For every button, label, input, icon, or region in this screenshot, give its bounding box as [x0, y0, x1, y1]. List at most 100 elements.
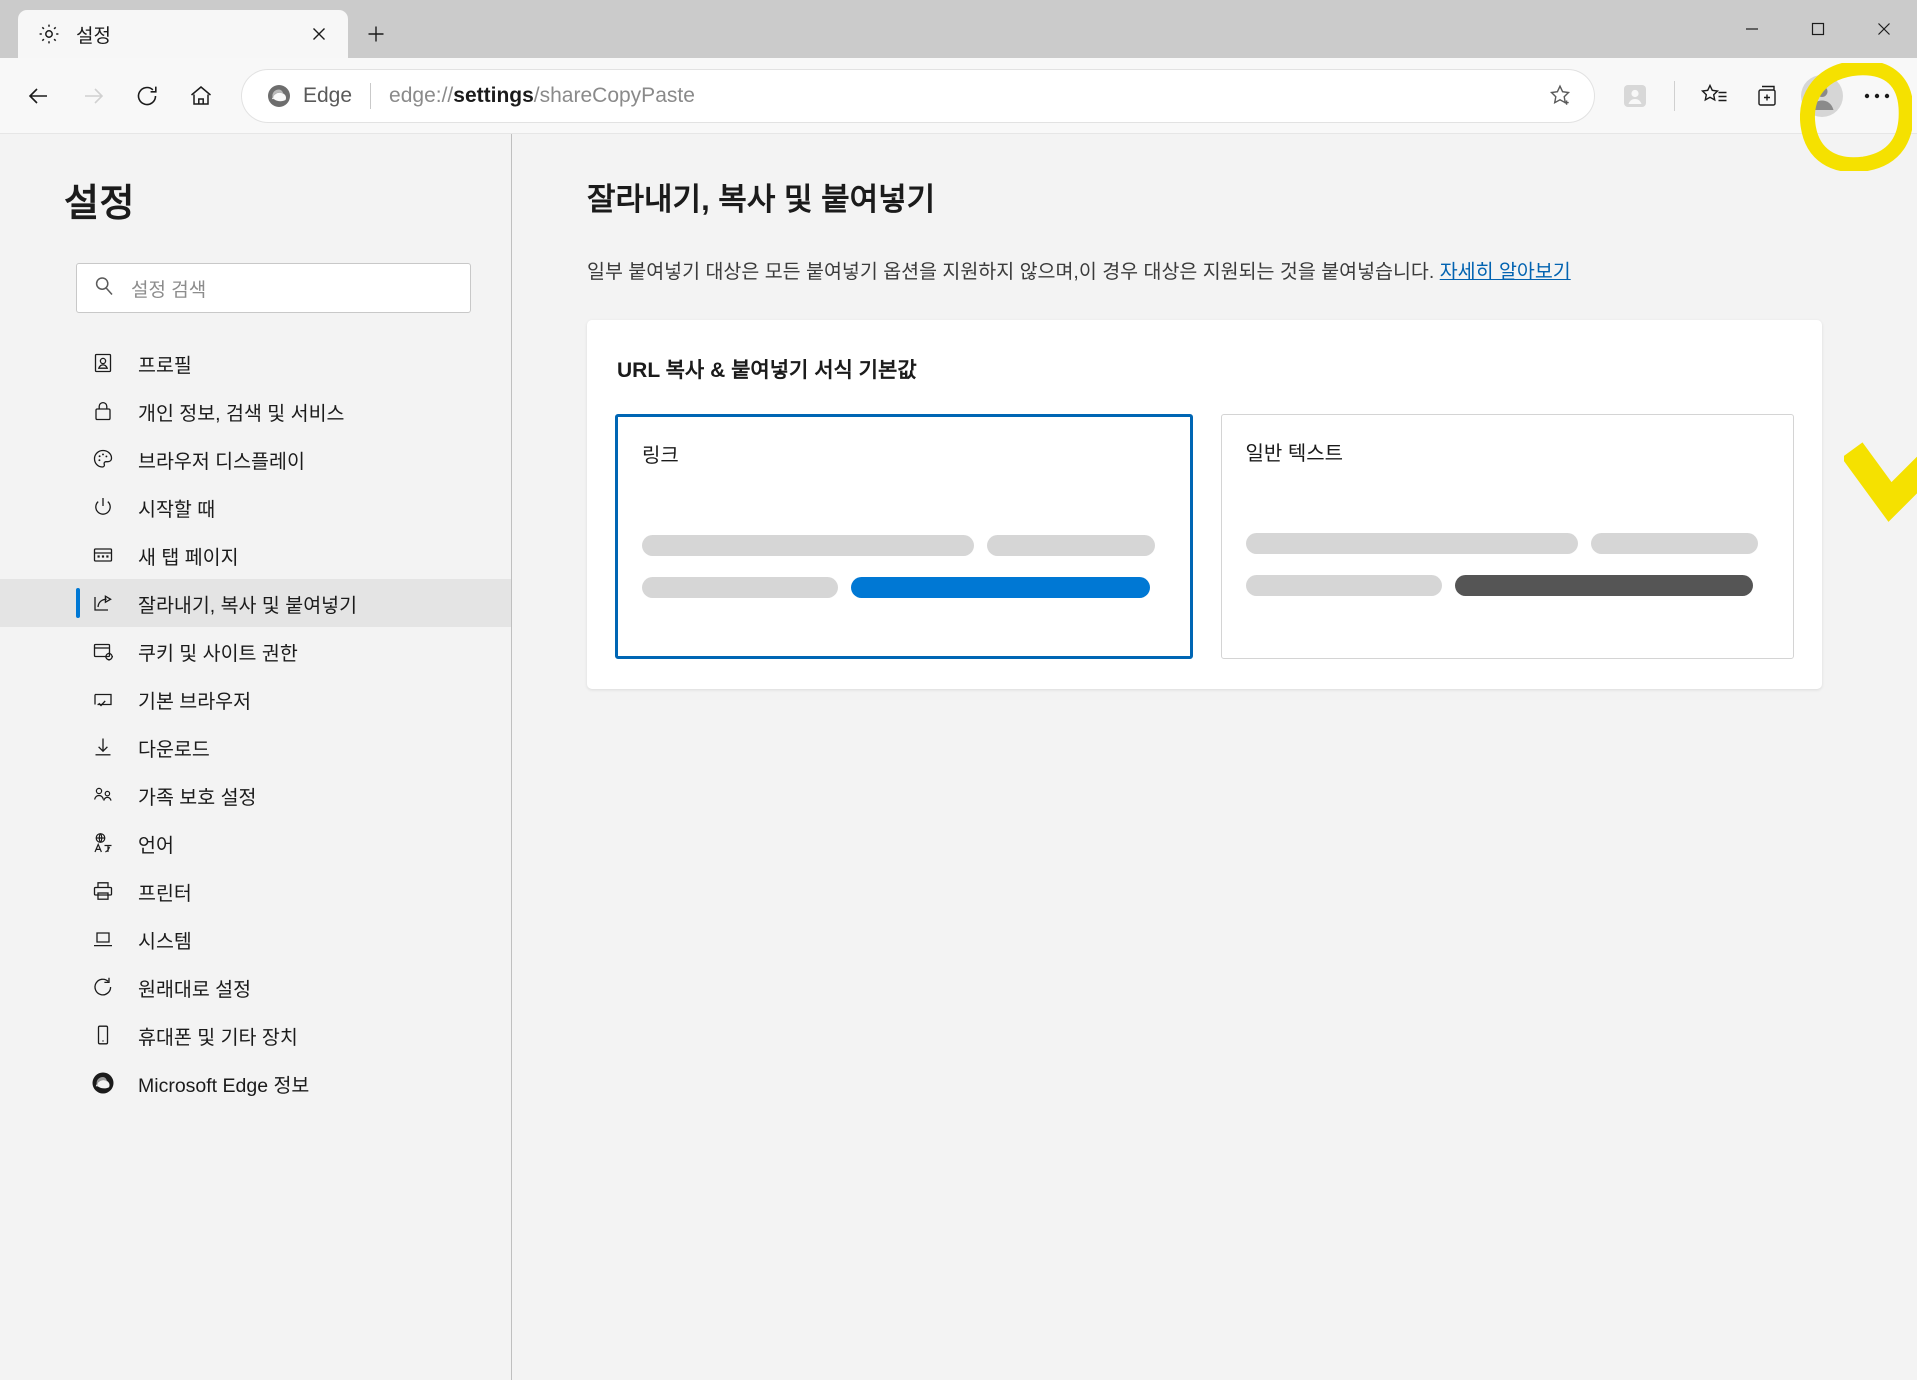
- forward-arrow-icon: [68, 71, 118, 121]
- url-bold: settings: [453, 83, 534, 107]
- sidebar-item-label: 언어: [138, 834, 174, 857]
- sidebar-item-printers[interactable]: 프린터: [0, 867, 511, 915]
- tab-close-icon[interactable]: [304, 19, 334, 49]
- sidebar-item-newtab[interactable]: 새 탭 페이지: [0, 531, 511, 579]
- content-area: 설정 설정 검색 프로필 개인 정보, 검색 및 서비스 브라우저 디스플레이 …: [0, 134, 1917, 1380]
- search-icon: [93, 275, 115, 302]
- reset-icon: [90, 974, 116, 1000]
- profile-avatar-icon[interactable]: [1801, 74, 1843, 117]
- plain-text-option[interactable]: 일반 텍스트: [1220, 414, 1794, 659]
- close-icon[interactable]: [1851, 0, 1917, 58]
- placeholder-bar: [642, 535, 975, 556]
- placeholder-bar: [1590, 533, 1759, 554]
- edge-label: Edge: [303, 83, 353, 107]
- sidebar-item-default-browser[interactable]: 기본 브라우저: [0, 675, 511, 723]
- url-text: edge://settings/shareCopyPaste: [389, 84, 1538, 108]
- more-dots-button[interactable]: [1851, 70, 1903, 122]
- placeholder-bar: [642, 577, 839, 598]
- sidebar-item-label: 개인 정보, 검색 및 서비스: [138, 402, 345, 425]
- preview-row: [1245, 575, 1770, 596]
- sidebar-item-appearance[interactable]: 브라우저 디스플레이: [0, 435, 511, 483]
- url-prefix: edge://: [389, 83, 454, 107]
- new-tab-button[interactable]: [354, 12, 398, 56]
- page-description: 일부 붙여넣기 대상은 모든 붙여넣기 옵션을 지원하지 않으며,이 경우 대상…: [587, 255, 1917, 284]
- learn-more-link[interactable]: 자세히 알아보기: [1440, 261, 1571, 283]
- sidebar-item-label: 시스템: [138, 930, 192, 953]
- sidebar-item-system[interactable]: 시스템: [0, 915, 511, 963]
- sidebar-item-languages[interactable]: 언어: [0, 819, 511, 867]
- placeholder-bar: [1245, 575, 1442, 596]
- window-controls: [1719, 0, 1917, 58]
- edge-logo-icon: [268, 84, 290, 107]
- reading-mode-icon[interactable]: [1610, 71, 1660, 121]
- sidebar-item-downloads[interactable]: 다운로드: [0, 723, 511, 771]
- toolbar-divider: [1674, 80, 1675, 111]
- link-accent-bar: [851, 577, 1150, 598]
- new-tab-page-icon: [90, 542, 116, 568]
- link-preview-bars: [642, 535, 1166, 619]
- placeholder-bar: [1245, 533, 1578, 554]
- plain-text-preview-bars: [1245, 533, 1770, 617]
- format-options-group: 링크 일반 텍스트: [615, 414, 1794, 659]
- preview-row: [1245, 533, 1770, 554]
- sidebar-item-privacy[interactable]: 개인 정보, 검색 및 서비스: [0, 387, 511, 435]
- option-label: 일반 텍스트: [1245, 443, 1344, 465]
- sidebar-nav-list: 프로필 개인 정보, 검색 및 서비스 브라우저 디스플레이 시작할 때 새 탭…: [0, 339, 511, 1107]
- minimize-icon[interactable]: [1719, 0, 1785, 58]
- search-settings-box[interactable]: 설정 검색: [76, 263, 471, 313]
- address-bar[interactable]: Edge edge://settings/shareCopyPaste: [242, 69, 1594, 122]
- sidebar-item-label: 기본 브라우저: [138, 690, 252, 713]
- sidebar-item-family[interactable]: 가족 보호 설정: [0, 771, 511, 819]
- plain-text-accent-bar: [1454, 575, 1754, 596]
- sidebar-item-reset[interactable]: 원래대로 설정: [0, 963, 511, 1011]
- settings-sidebar: 설정 설정 검색 프로필 개인 정보, 검색 및 서비스 브라우저 디스플레이 …: [0, 134, 512, 1380]
- tab-title: 설정: [76, 25, 111, 47]
- preview-row: [642, 535, 1166, 556]
- back-arrow-icon[interactable]: [14, 71, 64, 121]
- sidebar-item-label: 휴대폰 및 기타 장치: [138, 1026, 298, 1049]
- browser-window: 설정 Edge edge://settings/shareCopyPaste 설…: [0, 0, 1917, 1380]
- sidebar-item-label: 브라우저 디스플레이: [138, 450, 305, 473]
- omnibox-divider: [370, 82, 372, 109]
- edge-brand: Edge: [266, 83, 352, 109]
- sidebar-item-share-copy-paste[interactable]: 잘라내기, 복사 및 붙여넣기: [0, 579, 511, 627]
- system-icon: [90, 926, 116, 952]
- sidebar-item-cookies[interactable]: 쿠키 및 사이트 권한: [0, 627, 511, 675]
- lock-icon: [90, 398, 116, 424]
- download-icon: [90, 734, 116, 760]
- sidebar-item-label: Microsoft Edge 정보: [138, 1074, 310, 1097]
- phone-icon: [90, 1022, 116, 1048]
- printer-icon: [90, 878, 116, 904]
- star-plus-icon[interactable]: [1538, 73, 1584, 119]
- collections-icon[interactable]: [1743, 71, 1793, 121]
- sidebar-title: 설정: [64, 183, 135, 225]
- sidebar-item-label: 프로필: [138, 354, 192, 377]
- search-input[interactable]: 설정 검색: [131, 275, 206, 302]
- sidebar-item-about-edge[interactable]: Microsoft Edge 정보: [0, 1059, 511, 1107]
- browser-toolbar: Edge edge://settings/shareCopyPaste: [0, 58, 1917, 171]
- option-label: 링크: [642, 445, 679, 467]
- power-icon: [90, 494, 116, 520]
- placeholder-bar: [987, 535, 1155, 556]
- maximize-icon[interactable]: [1785, 0, 1851, 58]
- default-browser-icon: [90, 686, 116, 712]
- home-icon[interactable]: [176, 71, 226, 121]
- family-icon: [90, 782, 116, 808]
- browser-tab[interactable]: 설정: [18, 10, 348, 58]
- sidebar-item-label: 잘라내기, 복사 및 붙여넣기: [138, 594, 358, 617]
- url-suffix: /shareCopyPaste: [533, 83, 695, 107]
- gear-icon: [36, 21, 62, 47]
- link-option[interactable]: 링크: [615, 414, 1193, 659]
- sidebar-item-phone-devices[interactable]: 휴대폰 및 기타 장치: [0, 1011, 511, 1059]
- share-icon: [90, 590, 116, 616]
- sidebar-item-label: 새 탭 페이지: [138, 546, 239, 569]
- favorites-list-icon[interactable]: [1689, 71, 1739, 121]
- page-title: 잘라내기, 복사 및 붙여넣기: [587, 182, 936, 217]
- settings-main-panel: 잘라내기, 복사 및 붙여넣기 일부 붙여넣기 대상은 모든 붙여넣기 옵션을 …: [512, 134, 1917, 1380]
- sidebar-item-startup[interactable]: 시작할 때: [0, 483, 511, 531]
- refresh-icon[interactable]: [122, 71, 172, 121]
- sidebar-item-label: 가족 보호 설정: [138, 786, 257, 809]
- sidebar-item-profile[interactable]: 프로필: [0, 339, 511, 387]
- palette-icon: [90, 446, 116, 472]
- annotation-check-highlight: [1844, 442, 1917, 522]
